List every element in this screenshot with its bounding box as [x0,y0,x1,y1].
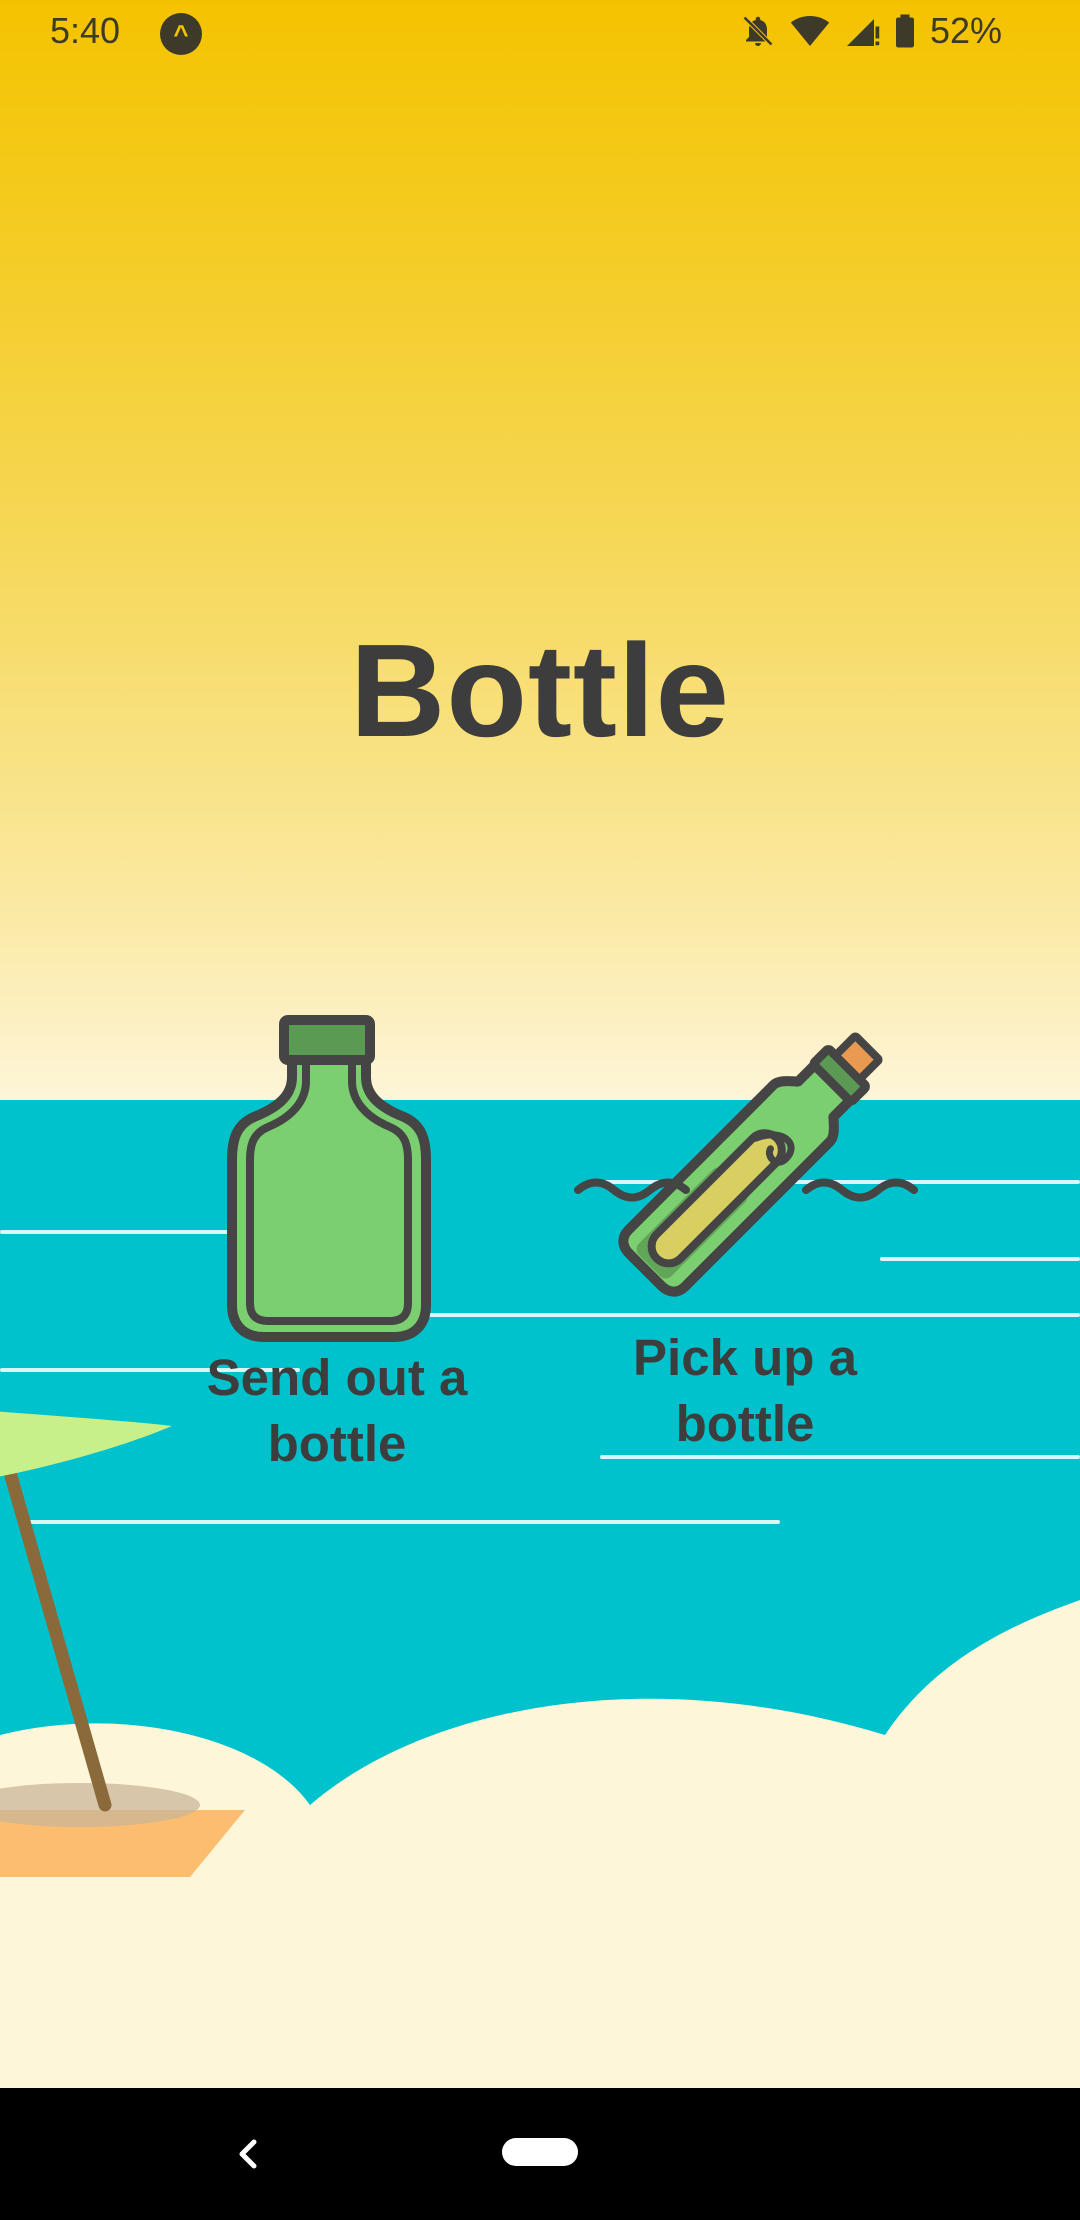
pick-bottle-label: Pick up a bottle [633,1329,857,1452]
message-in-bottle-icon [574,1032,918,1297]
home-pill-icon[interactable] [502,2138,578,2166]
back-icon[interactable] [220,2126,276,2182]
battery-icon [895,14,914,48]
umbrella-canopy [0,1411,172,1477]
wifi-icon [790,16,830,46]
send-bottle-button[interactable]: Send out a bottle [167,1015,507,1477]
battery-percent: 52% [929,10,1002,51]
app-title: Bottle [350,617,730,764]
status-time: 5:40 [50,10,121,51]
notifications-off-icon [742,15,774,47]
status-icons: 52% [740,10,1002,52]
send-bottle-label: Send out a bottle [206,1349,468,1472]
expo-icon: ^ [160,13,202,55]
navigation-bar [0,2088,1080,2220]
status-bar: 5:40 ^ 52% [0,0,1080,66]
empty-bottle-icon [227,1015,431,1342]
pick-bottle-button[interactable]: Pick up a bottle [574,1015,918,1457]
app-screen: 5:40 ^ 52% Bottle Send out a bottle Pick… [0,0,1080,2220]
cell-signal-icon [846,19,880,46]
